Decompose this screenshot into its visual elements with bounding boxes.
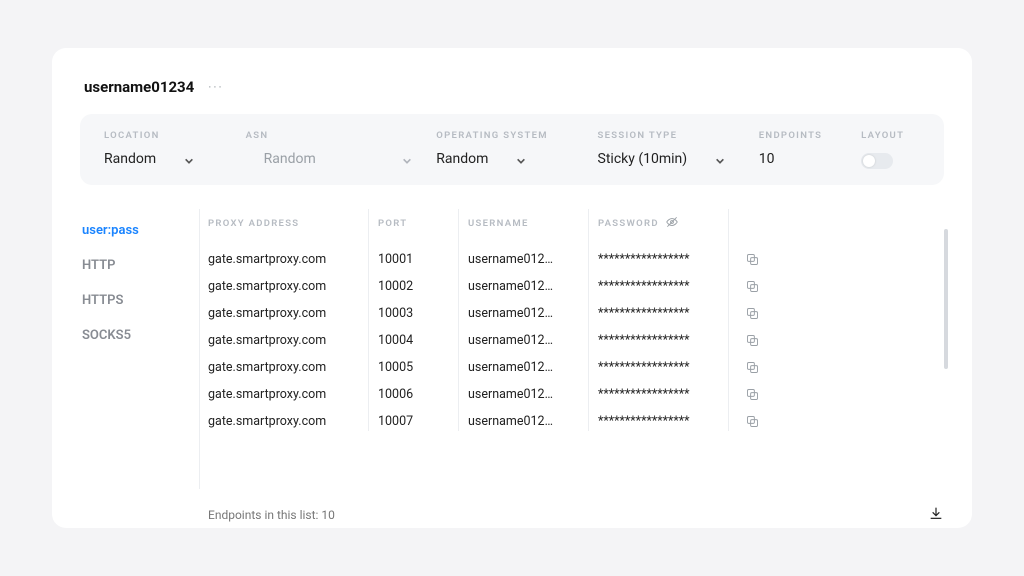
chevron-down-icon <box>184 154 194 164</box>
count-prefix: Endpoints in this list: <box>208 508 321 522</box>
scrollbar-thumb[interactable] <box>944 229 948 369</box>
endpoint-table: PROXY ADDRESS PORT USERNAME PASSWORD gat… <box>208 209 944 489</box>
card-header: username01234 ··· <box>80 78 944 96</box>
cell-proxy-address: gate.smartproxy.com <box>208 333 378 348</box>
endpoint-body: user:pass HTTP HTTPS SOCKS5 PROXY ADDRES… <box>80 209 944 489</box>
footer-row: Endpoints in this list: 10 <box>208 489 944 525</box>
copy-button[interactable] <box>738 306 766 321</box>
count-value: 10 <box>321 508 335 522</box>
filter-asn-label: ASN <box>246 130 423 141</box>
copy-button[interactable] <box>738 414 766 429</box>
download-button[interactable] <box>928 505 944 525</box>
cell-port: 10005 <box>378 360 468 375</box>
table-row: gate.smartproxy.com10005username012… ****… <box>208 354 934 381</box>
username-title: username01234 <box>84 78 194 96</box>
os-select[interactable]: Random <box>436 151 583 167</box>
table-row: gate.smartproxy.com10007username012… ****… <box>208 408 934 435</box>
cell-password: ***************** <box>598 387 738 402</box>
filter-session: SESSION TYPE Sticky (10min) <box>598 130 745 167</box>
cell-username: username012… <box>468 306 588 321</box>
table-row: gate.smartproxy.com10004username012… ****… <box>208 327 934 354</box>
cell-proxy-address: gate.smartproxy.com <box>208 252 378 267</box>
th-password-label: PASSWORD <box>598 218 659 229</box>
cell-username: username012… <box>468 333 588 348</box>
cell-username: username012… <box>468 414 588 429</box>
asn-value: Random <box>246 151 316 167</box>
filter-layout: LAYOUT III <box>861 130 920 169</box>
cell-proxy-address: gate.smartproxy.com <box>208 279 378 294</box>
filter-os-label: OPERATING SYSTEM <box>436 130 583 141</box>
filter-session-label: SESSION TYPE <box>598 130 745 141</box>
copy-button[interactable] <box>738 360 766 375</box>
cell-proxy-address: gate.smartproxy.com <box>208 360 378 375</box>
cell-username: username012… <box>468 387 588 402</box>
divider <box>588 209 589 431</box>
cell-port: 10007 <box>378 414 468 429</box>
filter-bar: LOCATION Random ASN Random OPERATING SYS… <box>80 114 944 185</box>
cell-proxy-address: gate.smartproxy.com <box>208 387 378 402</box>
cell-port: 10001 <box>378 252 468 267</box>
chevron-down-icon <box>402 154 412 164</box>
eye-off-icon[interactable] <box>665 215 679 232</box>
th-password: PASSWORD <box>598 215 738 232</box>
cell-password: ***************** <box>598 306 738 321</box>
table-rows[interactable]: gate.smartproxy.com10001username012…****… <box>208 246 944 436</box>
table-row: gate.smartproxy.com10006username012… ****… <box>208 381 934 408</box>
session-select[interactable]: Sticky (10min) <box>598 151 745 167</box>
cell-port: 10006 <box>378 387 468 402</box>
endpoint-count: Endpoints in this list: 10 <box>208 508 335 522</box>
tab-http[interactable]: HTTP <box>80 248 199 283</box>
cell-password: ***************** <box>598 252 738 267</box>
copy-button[interactable] <box>738 333 766 348</box>
cell-proxy-address: gate.smartproxy.com <box>208 306 378 321</box>
cell-port: 10004 <box>378 333 468 348</box>
cell-username: username012… <box>468 279 588 294</box>
filter-layout-label: LAYOUT <box>861 130 920 141</box>
asn-select[interactable]: Random <box>246 151 423 167</box>
cell-username: username012… <box>468 252 588 267</box>
cell-password: ***************** <box>598 360 738 375</box>
filter-endpoints-label: ENDPOINTS <box>759 130 847 141</box>
th-proxy-address: PROXY ADDRESS <box>208 218 378 229</box>
filter-location: LOCATION Random <box>104 130 232 167</box>
cell-username: username012… <box>468 360 588 375</box>
cell-port: 10003 <box>378 306 468 321</box>
divider <box>368 209 369 431</box>
side-tabs: user:pass HTTP HTTPS SOCKS5 <box>80 209 200 489</box>
table-row: gate.smartproxy.com10003username012… ****… <box>208 300 934 327</box>
toggle-knob <box>863 155 875 167</box>
os-value: Random <box>436 151 488 167</box>
table-row: gate.smartproxy.com10001username012… ****… <box>208 246 934 273</box>
filter-asn: ASN Random <box>246 130 423 167</box>
copy-button[interactable] <box>738 387 766 402</box>
layout-toggle[interactable]: III <box>861 153 893 169</box>
th-username: USERNAME <box>468 218 598 229</box>
session-value: Sticky (10min) <box>598 151 688 167</box>
filter-location-label: LOCATION <box>104 130 232 141</box>
cell-port: 10002 <box>378 279 468 294</box>
divider <box>458 209 459 431</box>
location-value: Random <box>104 151 156 167</box>
cell-password: ***************** <box>598 333 738 348</box>
th-port: PORT <box>378 218 468 229</box>
chevron-down-icon <box>516 154 526 164</box>
location-select[interactable]: Random <box>104 151 232 167</box>
tab-socks5[interactable]: SOCKS5 <box>80 318 199 353</box>
tab-userpass[interactable]: user:pass <box>80 213 199 248</box>
divider <box>728 209 729 431</box>
endpoints-input[interactable]: 10 <box>759 151 847 167</box>
table-row: gate.smartproxy.com10002username012… ****… <box>208 273 934 300</box>
chevron-down-icon <box>715 154 725 164</box>
table-header: PROXY ADDRESS PORT USERNAME PASSWORD <box>208 209 944 246</box>
filter-os: OPERATING SYSTEM Random <box>436 130 583 167</box>
proxy-config-card: username01234 ··· LOCATION Random ASN Ra… <box>52 48 972 528</box>
tab-https[interactable]: HTTPS <box>80 283 199 318</box>
more-menu-icon[interactable]: ··· <box>208 80 223 94</box>
cell-password: ***************** <box>598 414 738 429</box>
cell-password: ***************** <box>598 279 738 294</box>
copy-button[interactable] <box>738 279 766 294</box>
copy-button[interactable] <box>738 252 766 267</box>
cell-proxy-address: gate.smartproxy.com <box>208 414 378 429</box>
filter-endpoints: ENDPOINTS 10 <box>759 130 847 167</box>
